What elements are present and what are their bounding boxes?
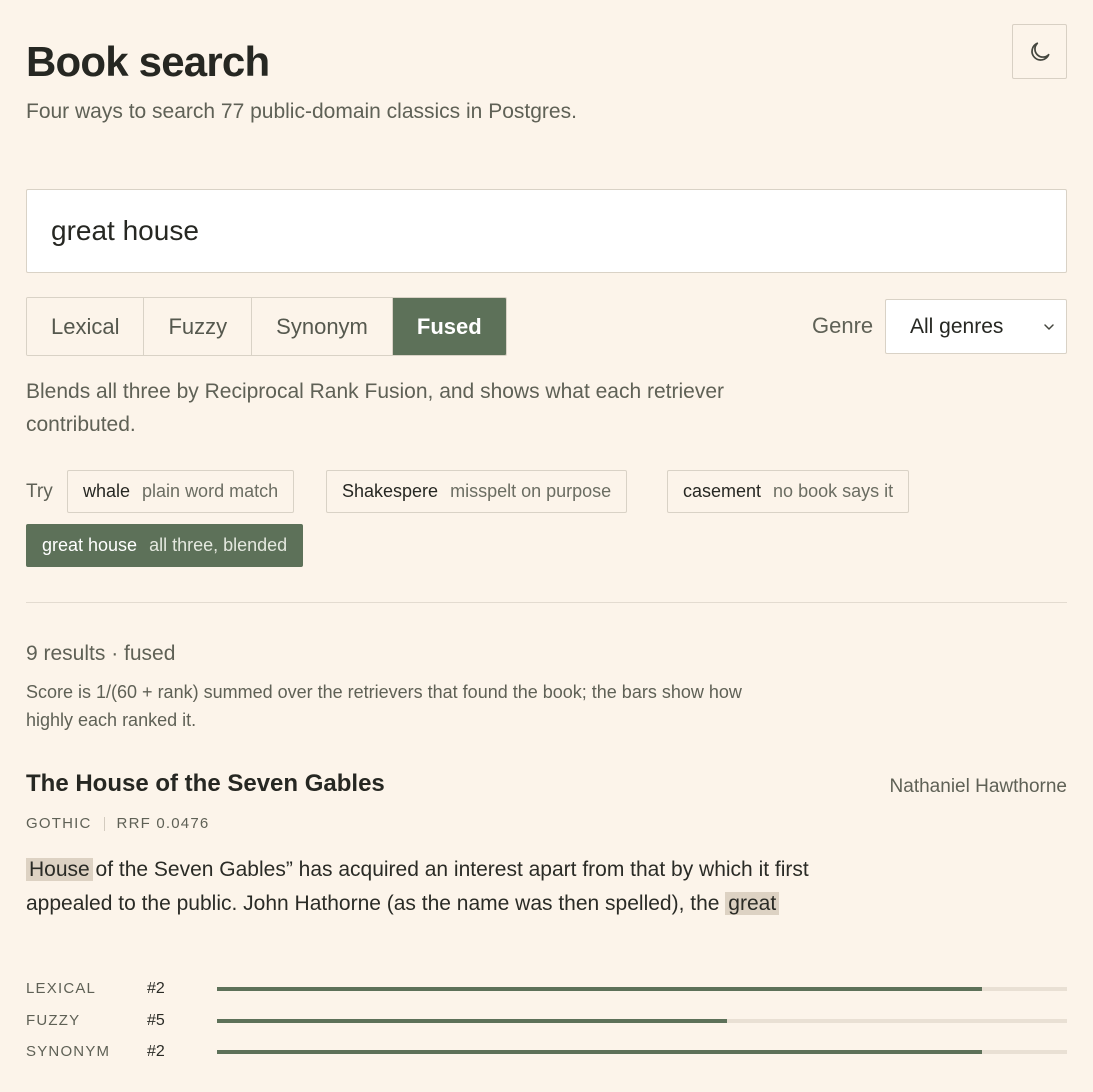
result-meta: GOTHIC RRF 0.0476	[26, 815, 209, 832]
divider	[26, 602, 1067, 603]
chevron-down-icon	[1044, 324, 1054, 330]
retriever-name: FUZZY	[26, 1011, 81, 1029]
tab-synonym[interactable]: Synonym	[252, 298, 393, 355]
genre-tag: GOTHIC	[26, 815, 92, 832]
retriever-row: FUZZY #5	[26, 1008, 1067, 1040]
example-hint: plain word match	[142, 481, 279, 501]
highlight-term: great	[725, 892, 780, 915]
tab-fuzzy[interactable]: Fuzzy	[144, 298, 253, 355]
results-count: 9 results · fused	[26, 642, 176, 665]
rank-bar-fill	[217, 1050, 982, 1054]
example-query: great house	[42, 535, 138, 555]
result-snippet: House of the Seven Gables” has acquired …	[26, 853, 856, 921]
retriever-row: SYNONYM #2	[26, 1039, 1067, 1071]
retriever-row: LEXICAL #2	[26, 976, 1067, 1008]
example-hint: misspelt on purpose	[450, 481, 612, 501]
tab-fused[interactable]: Fused	[392, 298, 506, 355]
meta-separator	[103, 816, 105, 831]
genre-label: Genre	[812, 313, 874, 338]
example-chip[interactable]: great house all three, blended	[26, 524, 304, 567]
retriever-rank: #2	[147, 980, 165, 997]
tab-lexical[interactable]: Lexical	[27, 298, 145, 355]
retriever-rank: #2	[147, 1043, 165, 1060]
example-chip[interactable]: casement no book says it	[667, 470, 910, 513]
retriever-ranks: LEXICAL #2 FUZZY #5 SYNONYM #2	[26, 976, 1067, 1071]
page-title: Book search	[26, 38, 270, 85]
rank-bar-track	[217, 1018, 1067, 1023]
retriever-name: LEXICAL	[26, 980, 97, 997]
moon-icon	[1030, 41, 1050, 61]
example-query: whale	[83, 481, 131, 501]
example-query: Shakespere	[342, 481, 439, 501]
search-mode-tabs: Lexical Fuzzy Synonym Fused	[26, 297, 507, 356]
page-subtitle: Four ways to search 77 public-domain cla…	[26, 100, 577, 123]
highlight-term: House	[26, 858, 93, 881]
mode-description: Blends all three by Reciprocal Rank Fusi…	[26, 380, 725, 436]
try-label: Try	[26, 481, 53, 502]
snippet-text: of the Seven Gables” has acquired an int…	[26, 858, 809, 915]
book-search-page: Book search Four ways to search 77 publi…	[0, 0, 1093, 1092]
rank-bar-fill	[217, 987, 982, 991]
rrf-score: RRF 0.0476	[116, 815, 210, 832]
example-chip[interactable]: whale plain word match	[67, 470, 295, 513]
search-input[interactable]	[26, 189, 1067, 273]
example-hint: no book says it	[773, 481, 894, 501]
genre-select[interactable]: All genres	[885, 299, 1067, 354]
score-explanation: Score is 1/(60 + rank) summed over the r…	[26, 682, 742, 730]
genre-selected-value: All genres	[910, 314, 1004, 338]
example-hint: all three, blended	[149, 535, 288, 555]
example-chip[interactable]: Shakespere misspelt on purpose	[326, 470, 628, 513]
result-author: Nathaniel Hawthorne	[889, 776, 1067, 797]
result-title[interactable]: The House of the Seven Gables	[26, 770, 385, 798]
retriever-rank: #5	[147, 1011, 165, 1029]
rank-bar-track	[217, 987, 1067, 991]
example-query: casement	[683, 481, 762, 501]
retriever-name: SYNONYM	[26, 1043, 111, 1060]
theme-toggle-button[interactable]	[1012, 24, 1067, 79]
rank-bar-track	[217, 1050, 1067, 1054]
rank-bar-fill	[217, 1018, 727, 1023]
